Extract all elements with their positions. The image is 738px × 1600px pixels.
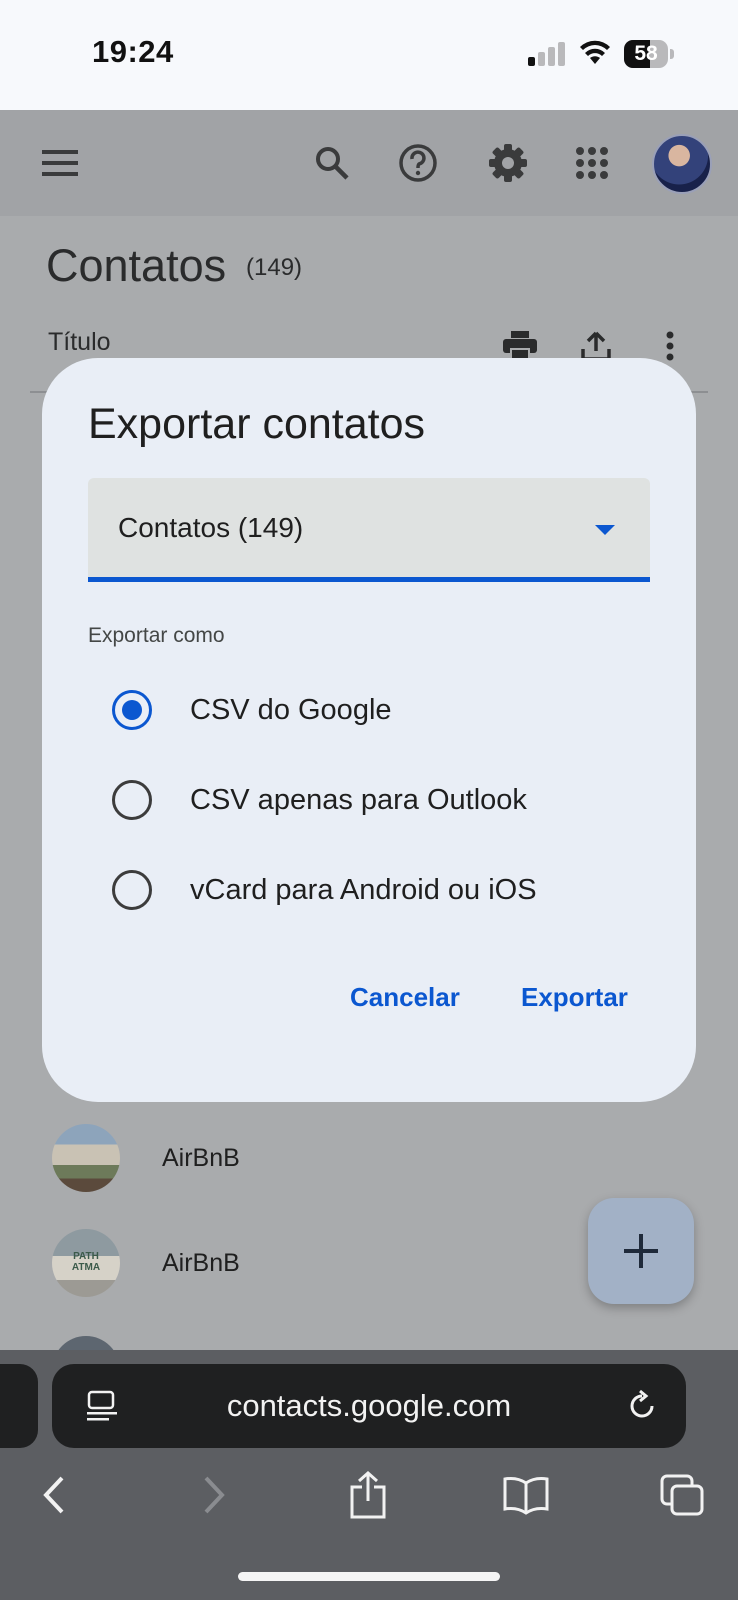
select-value: Contatos (149) [118,512,304,543]
status-time: 19:24 [92,34,174,69]
menu-icon[interactable] [36,139,84,187]
help-icon[interactable] [394,139,442,187]
contact-row[interactable]: PATH ATMA AirBnB [52,1229,552,1297]
address-bar[interactable]: contacts.google.com [52,1364,686,1448]
export-button[interactable]: Exportar [521,982,628,1013]
share-icon[interactable] [344,1470,392,1520]
search-icon[interactable] [308,139,356,187]
contact-avatar-text: PATH ATMA [71,1251,101,1273]
export-dialog: Exportar contatos Contatos (149) Exporta… [42,358,696,1102]
bookmarks-icon[interactable] [502,1470,550,1520]
contact-avatar: PATH ATMA [52,1229,120,1297]
reload-icon[interactable] [624,1388,660,1424]
cancel-button[interactable]: Cancelar [350,982,460,1013]
add-contact-button[interactable] [588,1198,694,1304]
radio-label: vCard para Android ou iOS [190,873,537,906]
app-bar [0,110,738,216]
column-header-title[interactable]: Título [48,328,111,357]
dialog-title: Exportar contatos [88,400,426,448]
radio-option-google-csv[interactable]: CSV do Google [112,682,652,738]
radio-option-outlook-csv[interactable]: CSV apenas para Outlook [112,772,652,828]
radio-button[interactable] [112,690,152,730]
contacts-select[interactable]: Contatos (149) [88,478,650,582]
radio-label: CSV do Google [190,693,392,726]
radio-button[interactable] [112,870,152,910]
back-icon[interactable] [30,1470,78,1520]
wifi-icon [580,40,610,64]
battery-level: 58 [634,42,658,65]
contact-count: (149) [246,254,303,281]
status-bar: 19:24 58 [0,0,738,110]
cellular-signal-icon [528,42,565,66]
contact-row[interactable]: AirBnB [52,1124,552,1192]
dropdown-arrow-icon [595,525,615,535]
apps-icon[interactable] [568,139,616,187]
contact-name: AirBnB [162,1248,240,1277]
url-text: contacts.google.com [226,1388,512,1423]
contact-name: AirBnB [162,1143,240,1172]
home-indicator [238,1572,500,1581]
radio-option-vcard[interactable]: vCard para Android ou iOS [112,862,652,918]
contact-avatar [52,1124,120,1192]
export-as-label: Exportar como [88,624,225,647]
battery-icon: 58 [624,40,674,68]
account-avatar[interactable] [652,134,712,194]
settings-icon[interactable] [484,139,532,187]
tabs-icon[interactable] [658,1470,706,1520]
plus-icon [624,1234,658,1268]
page-title: Contatos [46,240,227,291]
radio-button[interactable] [112,780,152,820]
forward-icon[interactable] [190,1470,238,1520]
previous-tab-preview[interactable] [0,1364,38,1448]
radio-label: CSV apenas para Outlook [190,783,527,816]
